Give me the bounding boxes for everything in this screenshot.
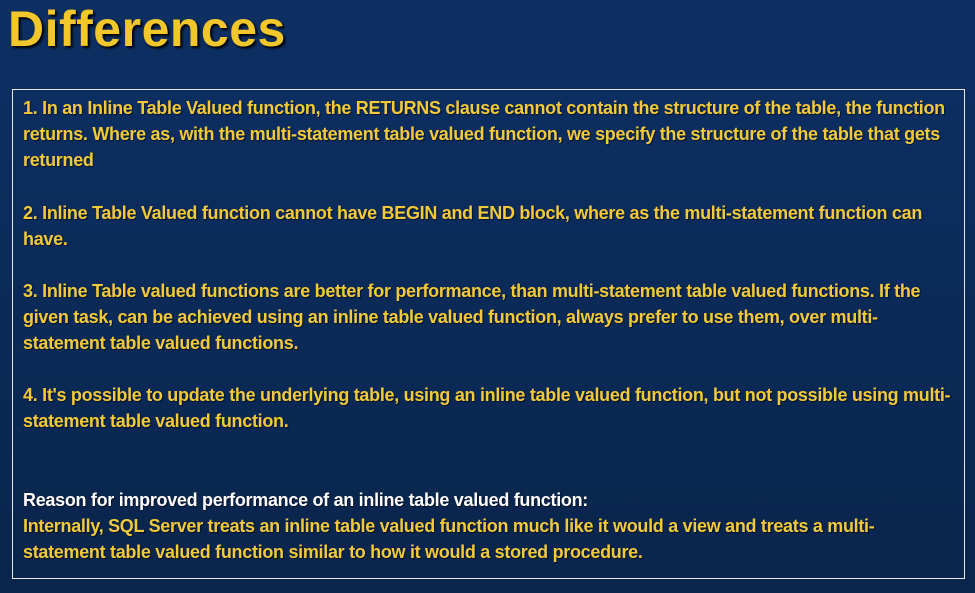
- reason-heading: Reason for improved performance of an in…: [23, 490, 588, 510]
- slide-title: Differences: [8, 1, 286, 57]
- difference-point-4: 4. It's possible to update the underlyin…: [23, 385, 951, 431]
- difference-point-1: 1. In an Inline Table Valued function, t…: [23, 98, 945, 170]
- difference-point-3: 3. Inline Table valued functions are bet…: [23, 281, 921, 353]
- reason-text: Internally, SQL Server treats an inline …: [23, 516, 875, 562]
- content-box: 1. In an Inline Table Valued function, t…: [12, 89, 965, 579]
- difference-point-2: 2. Inline Table Valued function cannot h…: [23, 203, 923, 249]
